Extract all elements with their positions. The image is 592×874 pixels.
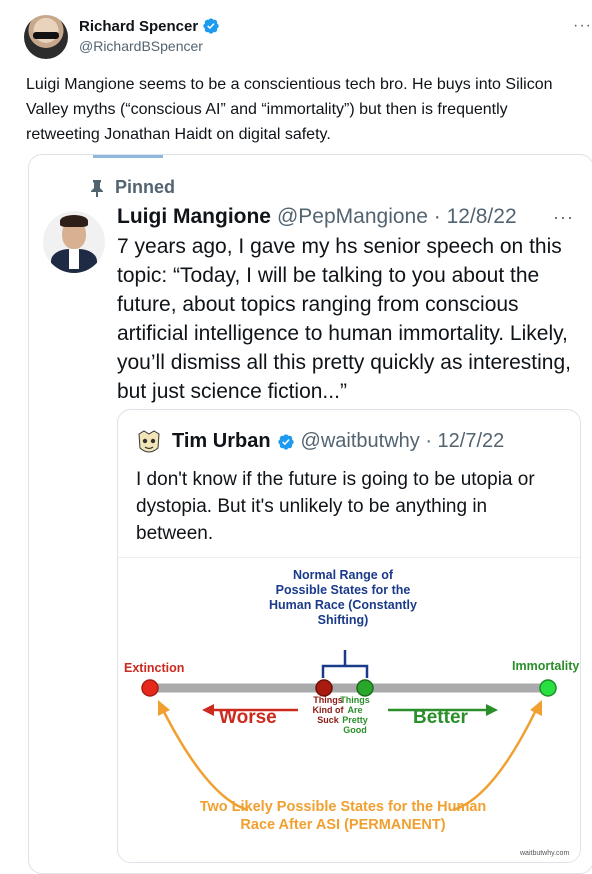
- quote-author-name: Tim Urban: [172, 430, 271, 452]
- verified-badge-icon: [277, 433, 294, 450]
- suck-dot: [315, 679, 333, 697]
- future-states-diagram: Normal Range of Possible States for the …: [118, 557, 580, 862]
- watermark: waitbutwhy.com: [520, 850, 570, 857]
- sunglasses: [33, 32, 59, 39]
- asi-states-caption: Two Likely Possible States for the Human…: [199, 799, 487, 833]
- embedded-image[interactable]: Pinned Luigi Mangione @PepMangione · 12/…: [28, 154, 592, 874]
- diagram-title: Normal Range of Possible States for the …: [269, 568, 417, 627]
- quote-text: I don't know if the future is going to b…: [136, 469, 535, 544]
- pinned-label: Pinned: [115, 177, 176, 197]
- quote-author-meta: @waitbutwhy · 12/7/22: [300, 430, 505, 452]
- embedded-more-icon: ···: [553, 207, 574, 227]
- range-bracket: [321, 650, 369, 678]
- things-good-label: Things Are Pretty Good: [340, 695, 370, 735]
- good-dot: [356, 679, 374, 697]
- immortality-label: Immortality: [512, 659, 580, 673]
- embedded-author-meta: @PepMangione · 12/8/22: [276, 205, 517, 228]
- pin-icon: [91, 179, 103, 197]
- author-row: Richard Spencer: [79, 17, 220, 35]
- embedded-author-row: Luigi Mangione @PepMangione · 12/8/22: [117, 205, 517, 229]
- extinction-label: Extinction: [124, 661, 185, 675]
- immortality-dot: [539, 679, 557, 697]
- author-handle[interactable]: @RichardBSpencer: [79, 38, 203, 54]
- right-orange-arrowhead: [530, 700, 542, 716]
- embedded-author-name: Luigi Mangione: [117, 205, 271, 228]
- avatar-shirt: [69, 249, 79, 269]
- waitbutwhy-logo-icon: [138, 430, 160, 453]
- better-label: Better: [413, 707, 468, 728]
- worse-label: Worse: [219, 707, 277, 728]
- quoted-tweet: Tim Urban @waitbutwhy · 12/7/22 I don't …: [117, 409, 581, 863]
- extinction-dot: [141, 679, 159, 697]
- embedded-tweet-text: 7 years ago, I gave my hs senior speech …: [117, 235, 572, 403]
- better-arrowhead: [486, 704, 498, 716]
- verified-badge-icon: [203, 18, 219, 34]
- quote-author-row: Tim Urban @waitbutwhy · 12/7/22: [172, 430, 504, 453]
- luigi-avatar: [43, 211, 105, 273]
- card-accent-bar: [93, 155, 163, 158]
- tweet-text: Luigi Mangione seems to be a conscientio…: [26, 76, 553, 143]
- avatar-hair: [60, 215, 88, 227]
- avatar[interactable]: [24, 15, 68, 59]
- author-name[interactable]: Richard Spencer: [79, 18, 198, 35]
- more-icon[interactable]: ···: [573, 17, 592, 35]
- worse-arrowhead: [202, 704, 214, 716]
- pinned-row: Pinned: [89, 177, 175, 198]
